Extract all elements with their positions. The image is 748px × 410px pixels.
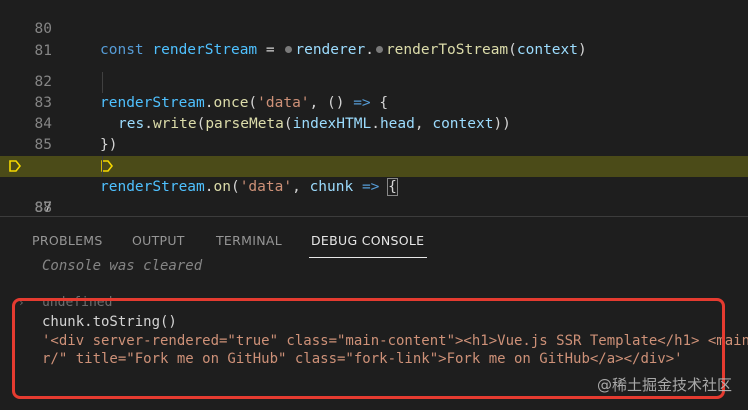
console-command: chunk.toString() [42,314,177,330]
console-undefined: undefined [42,295,113,310]
code-line-84[interactable]: 84 }) [0,93,748,153]
code-line-88[interactable]: 88 }) [0,177,748,216]
active-tab-indicator [309,257,427,258]
code-line-85[interactable]: 85 [0,114,748,153]
console-cleared-message: Console was cleared [42,258,203,274]
code-line-81[interactable]: 81 [0,20,748,59]
tab-output[interactable]: OUTPUT [132,233,185,248]
panel-tab-bar: PROBLEMS OUTPUT TERMINAL DEBUG CONSOLE [0,216,748,261]
input-arrow-icon: › [18,296,25,309]
console-output-line-1: '<div server-rendered="true" class="main… [42,333,748,349]
code-line-87-current[interactable]: 87 res.write(chunk) [0,156,748,216]
code-line-82[interactable]: 82 renderStream.once('data', () => { [0,51,748,111]
indent-guide [102,156,103,177]
tab-debug-console[interactable]: DEBUG CONSOLE [311,233,424,248]
code-line-89[interactable]: 89 [0,198,748,216]
breakpoint-arrow-icon[interactable] [9,160,21,172]
code-line-83[interactable]: 83 res.write(parseMeta(indexHTML.head, c… [0,72,748,132]
code-editor[interactable]: 80 const renderStream = renderer. renderT… [0,0,748,216]
console-output-line-2: r/" title="Fork me on GitHub" class="for… [42,351,683,367]
tab-terminal[interactable]: TERMINAL [216,233,282,248]
code-line-86[interactable]: 86 renderStream.on('data', chunk => { [0,135,748,196]
tab-problems[interactable]: PROBLEMS [32,233,103,248]
code-line-80[interactable]: 80 const renderStream = renderer. renderT… [0,0,748,58]
indent-guide [102,72,103,93]
watermark: @稀土掘金技术社区 [596,376,732,394]
